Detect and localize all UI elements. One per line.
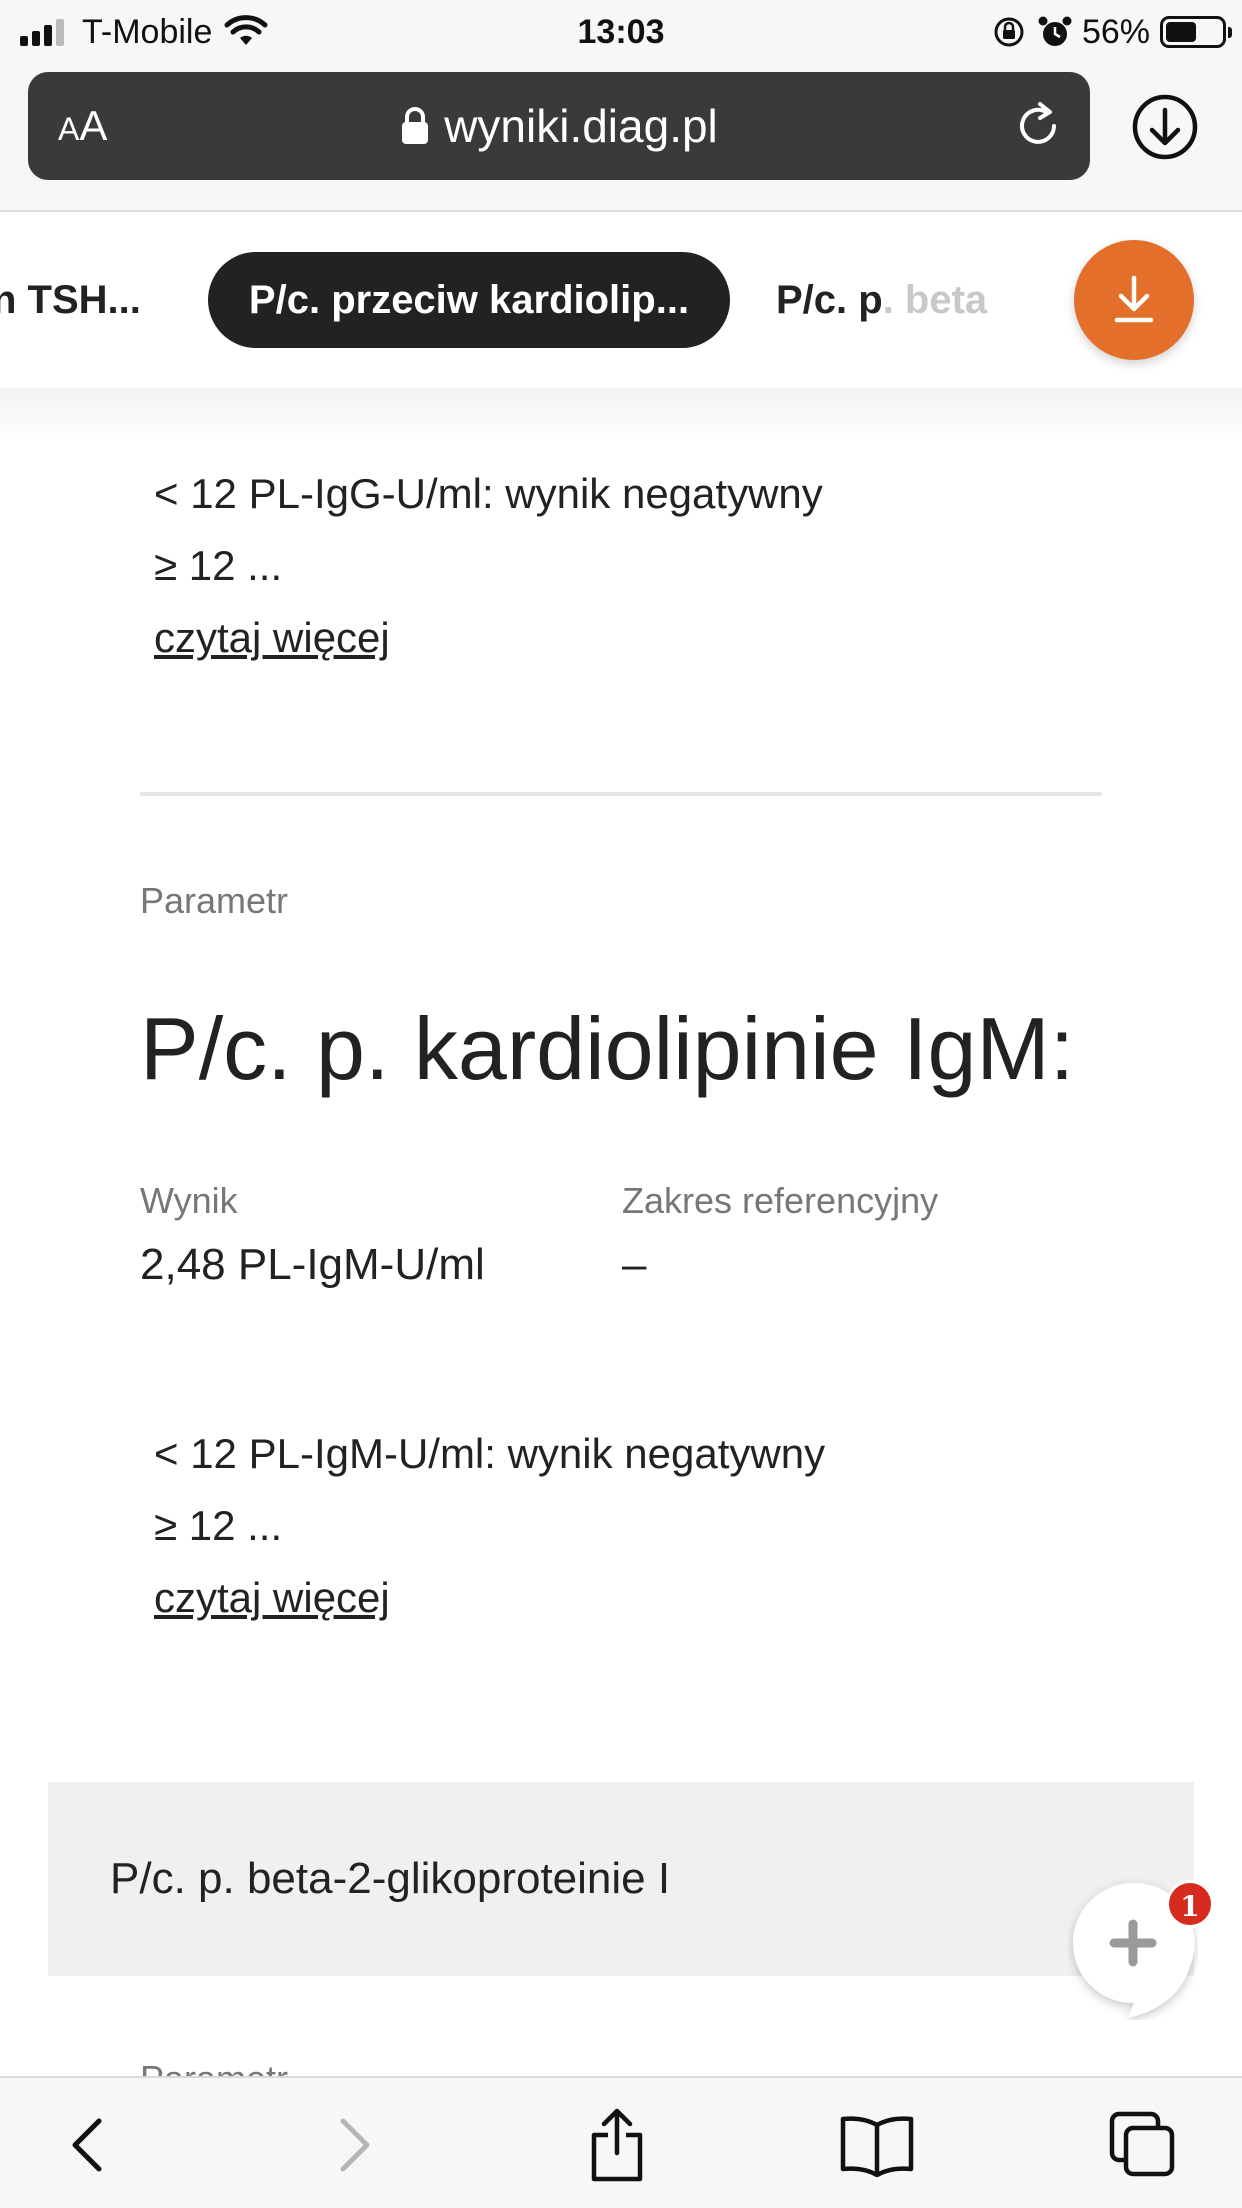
address-bar[interactable]: AA wyniki.diag.pl: [28, 72, 1090, 180]
previous-reference-note: < 12 PL-IgG-U/ml: wynik negatywny ≥ 12 .…: [154, 458, 823, 674]
reload-icon[interactable]: [1010, 98, 1066, 154]
browser-toolbar: [0, 2076, 1242, 2208]
result-value: 2,48 PL-IgM-U/ml: [140, 1240, 485, 1289]
alarm-icon: [1038, 16, 1072, 46]
orientation-lock-icon: [994, 17, 1024, 47]
status-right: 56%: [992, 10, 1232, 54]
bookmarks-icon: [840, 2116, 914, 2177]
reference-range-value: –: [622, 1240, 647, 1289]
results-tab-strip: n TSH... P/c. przeciw kardiolip... P/c. …: [0, 212, 1242, 388]
tabs-icon: [1109, 2111, 1175, 2177]
forward-icon: [340, 2118, 370, 2172]
parameter-title: P/c. p. kardiolipinie IgM:: [140, 999, 1075, 1098]
browser-top-bar: AA wyniki.diag.pl: [0, 62, 1242, 212]
back-button[interactable]: [42, 2100, 132, 2190]
tab-beta2-glycoprotein[interactable]: P/c. p. beta: [776, 252, 987, 348]
url-display[interactable]: wyniki.diag.pl: [28, 72, 1090, 180]
battery-percent: 56%: [1081, 12, 1150, 51]
share-button[interactable]: [572, 2100, 662, 2190]
card-divider: [140, 792, 1102, 796]
note-line: ≥ 12 ...: [154, 542, 283, 589]
battery-icon: [1160, 16, 1232, 48]
download-icon: [1114, 275, 1154, 323]
lock-icon: [402, 107, 429, 144]
parameter-label: Parametr: [140, 2058, 288, 2076]
result-label: Wynik: [140, 1180, 238, 1221]
url-text: wyniki.diag.pl: [444, 100, 718, 152]
note-line: < 12 PL-IgM-U/ml: wynik negatywny: [154, 1430, 826, 1477]
parameter-label: Parametr: [140, 880, 289, 921]
results-content: < 12 PL-IgG-U/ml: wynik negatywny ≥ 12 .…: [0, 388, 1242, 2076]
section-title: P/c. p. beta-2-glikoproteinie I: [110, 1854, 671, 1903]
forward-button[interactable]: [310, 2100, 400, 2190]
download-results-button[interactable]: [1074, 240, 1194, 360]
read-more-link[interactable]: czytaj więcej: [154, 602, 823, 674]
bookmarks-button[interactable]: [832, 2100, 922, 2190]
status-bar: T-Mobile 13:03 56%: [0, 0, 1242, 62]
share-icon: [591, 2108, 643, 2182]
tabs-button[interactable]: [1098, 2100, 1188, 2190]
tab-anticardiolipin[interactable]: P/c. przeciw kardiolip...: [208, 252, 730, 348]
download-icon[interactable]: [1130, 92, 1200, 162]
reference-range-label: Zakres referencyjny: [622, 1180, 939, 1221]
section-header[interactable]: P/c. p. beta-2-glikoproteinie I: [48, 1782, 1194, 1976]
battery-level-fill: [1166, 22, 1197, 42]
notification-badge: 1: [1166, 1880, 1214, 1928]
back-icon: [72, 2118, 102, 2172]
tab-tsh[interactable]: n TSH...: [0, 252, 141, 348]
reference-note: < 12 PL-IgM-U/ml: wynik negatywny ≥ 12 .…: [154, 1418, 825, 1634]
note-line: ≥ 12 ...: [154, 1502, 283, 1549]
note-line: < 12 PL-IgG-U/ml: wynik negatywny: [154, 470, 823, 517]
read-more-link[interactable]: czytaj więcej: [154, 1562, 825, 1634]
